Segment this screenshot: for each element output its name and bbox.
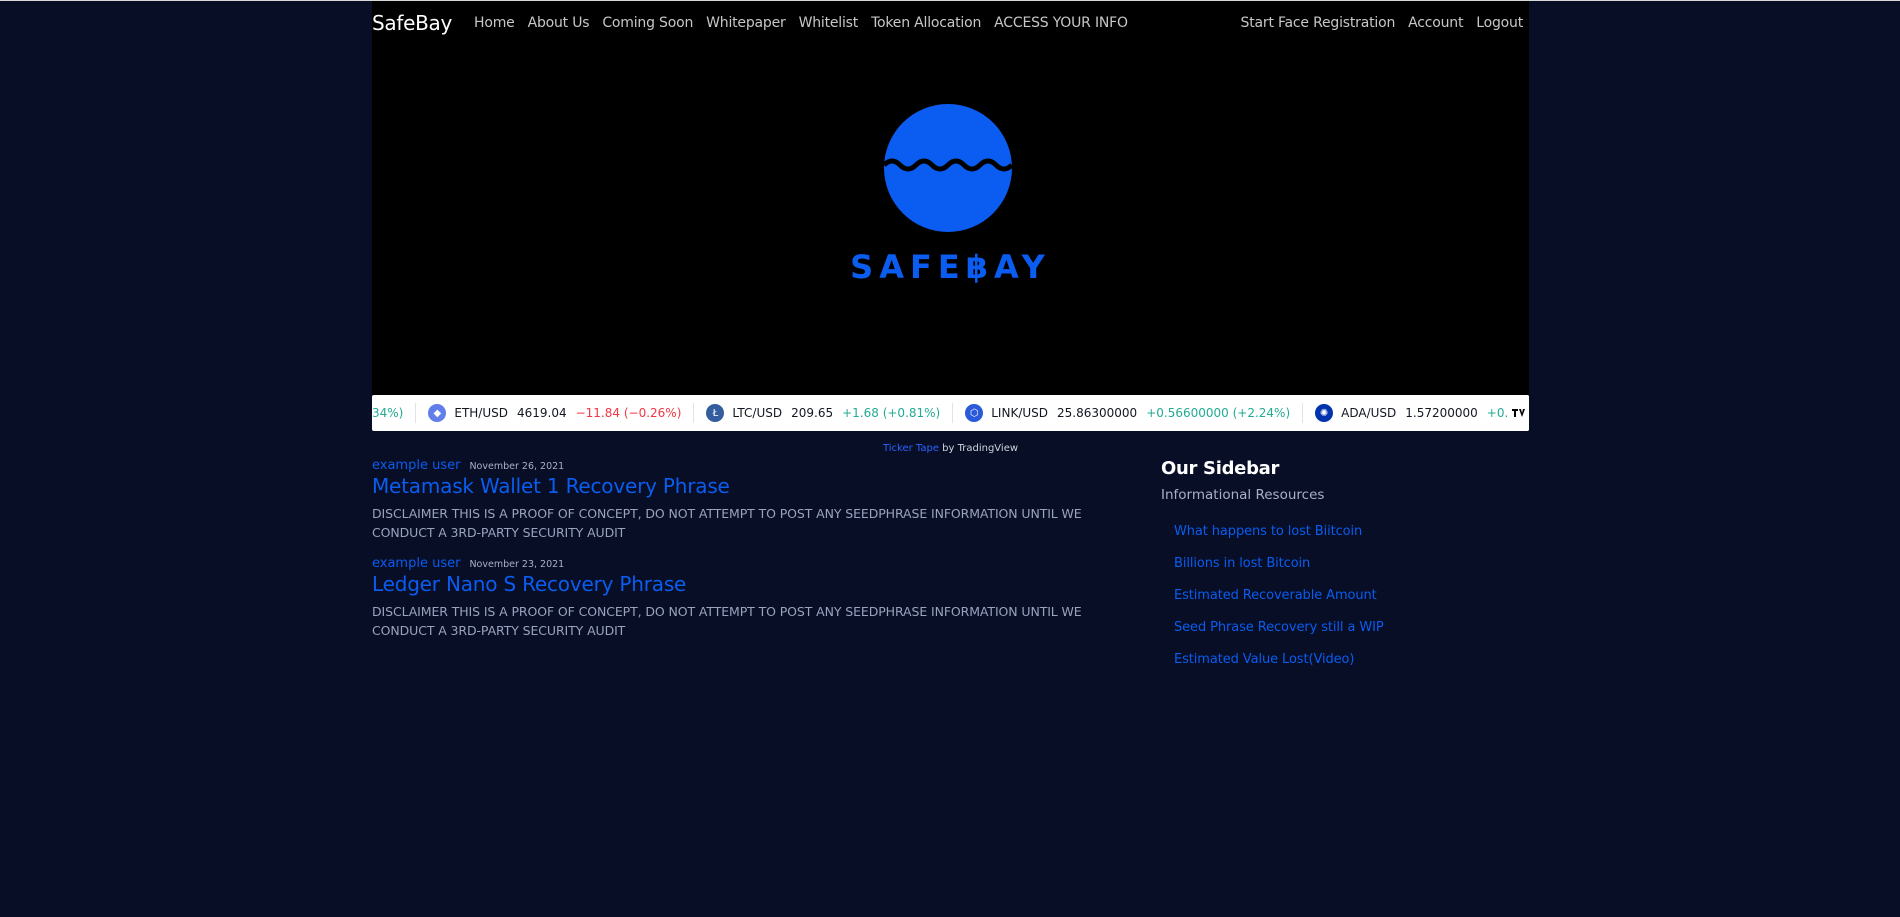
ticker-tape-link[interactable]: Ticker Tape (883, 443, 939, 454)
post-title-link[interactable]: Ledger Nano S Recovery Phrase (372, 572, 1132, 596)
nav-coming-soon[interactable]: Coming Soon (602, 15, 693, 31)
nav-start-face-registration[interactable]: Start Face Registration (1241, 15, 1396, 31)
safebay-logo-icon (883, 104, 1013, 232)
nav-logout[interactable]: Logout (1476, 15, 1523, 31)
ticker-price: 25.86300000 (1057, 406, 1138, 420)
sidebar-title: Our Sidebar (1161, 458, 1280, 479)
sidebar-subtitle: Informational Resources (1161, 487, 1325, 503)
post-meta: example user November 23, 2021 (372, 556, 1132, 571)
sidebar: Our Sidebar Informational Resources What… (1161, 458, 1521, 683)
nav-whitepaper[interactable]: Whitepaper (706, 15, 786, 31)
ticker-price: 209.65 (791, 406, 834, 420)
litecoin-icon: Ł (706, 404, 725, 422)
sidebar-link-seed-phrase-wip[interactable]: Seed Phrase Recovery still a WIP (1174, 619, 1521, 651)
ticker-credit: Ticker Tape by TradingView (372, 443, 1529, 454)
nav-token-allocation[interactable]: Token Allocation (871, 15, 981, 31)
hero-wordmark: SAFE฿AY (850, 248, 1051, 286)
ticker-item-ada[interactable]: ✺ ADA/USD 1.57200000 +0.01790000 (+1 (1303, 403, 1529, 423)
ticker-price: 1.57200000 (1405, 406, 1478, 420)
ticker-change: +1.68 (+0.81%) (842, 406, 941, 420)
ticker-symbol: ETH/USD (454, 406, 508, 420)
ticker-price: 4619.04 (516, 406, 567, 420)
post-title-link[interactable]: Metamask Wallet 1 Recovery Phrase (372, 474, 1132, 498)
post-body: DISCLAIMER THIS IS A PROOF OF CONCEPT, D… (372, 506, 1082, 540)
post-meta: example user November 26, 2021 (372, 458, 1132, 473)
post-list: example user November 26, 2021 Metamask … (372, 458, 1132, 654)
sidebar-link-lost-bitcoin[interactable]: What happens to lost Biitcoin (1174, 523, 1521, 555)
post-author-link[interactable]: example user (372, 556, 460, 571)
ticker-change: +0.56600000 (+2.24%) (1146, 406, 1291, 420)
ticker-change: −11.84 (−0.26%) (575, 406, 682, 420)
post-date: November 26, 2021 (469, 461, 565, 472)
ticker-symbol: LTC/USD (732, 406, 783, 420)
nav-home[interactable]: Home (474, 15, 515, 31)
ticker-symbol: ADA/USD (1341, 406, 1397, 420)
sidebar-link-billions-lost[interactable]: Billions in lost Bitcoin (1174, 555, 1521, 587)
chainlink-icon: ⬡ (965, 404, 984, 422)
post-date: November 23, 2021 (469, 559, 565, 570)
ticker-item-eth[interactable]: ◆ ETH/USD 4619.04 −11.84 (−0.26%) (416, 403, 695, 423)
ticker-item-fragment[interactable]: 34%) (372, 403, 417, 423)
cardano-icon: ✺ (1315, 404, 1334, 422)
sidebar-link-value-lost-video[interactable]: Estimated Value Lost(Video) (1174, 651, 1521, 683)
nav-whitelist[interactable]: Whitelist (799, 15, 859, 31)
nav-right: Start Face Registration Account Logout (1228, 1, 1524, 44)
page-container: SafeBay Home About Us Coming Soon Whitep… (372, 1, 1529, 667)
sidebar-link-recoverable-amount[interactable]: Estimated Recoverable Amount (1174, 587, 1521, 619)
tradingview-logo-icon[interactable] (1509, 395, 1529, 431)
hero-banner: SAFE฿AY (372, 43, 1529, 395)
ticker-fragment-change: 34%) (372, 406, 404, 420)
nav-links: Home About Us Coming Soon Whitepaper Whi… (474, 15, 1141, 31)
ticker-tape[interactable]: 34%) ◆ ETH/USD 4619.04 −11.84 (−0.26%) Ł… (372, 395, 1529, 431)
post-author-link[interactable]: example user (372, 458, 460, 473)
nav-access-your-info[interactable]: ACCESS YOUR INFO (994, 15, 1128, 31)
ticker-item-ltc[interactable]: Ł LTC/USD 209.65 +1.68 (+0.81%) (694, 403, 954, 423)
nav-account[interactable]: Account (1408, 15, 1463, 31)
ethereum-icon: ◆ (428, 404, 447, 422)
brand-link[interactable]: SafeBay (372, 11, 452, 35)
nav-about-us[interactable]: About Us (528, 15, 590, 31)
post-item: example user November 26, 2021 Metamask … (372, 458, 1132, 542)
navbar: SafeBay Home About Us Coming Soon Whitep… (372, 1, 1529, 44)
ticker-item-link[interactable]: ⬡ LINK/USD 25.86300000 +0.56600000 (+2.2… (953, 403, 1304, 423)
sidebar-links: What happens to lost Biitcoin Billions i… (1161, 523, 1521, 683)
ticker-track: 34%) ◆ ETH/USD 4619.04 −11.84 (−0.26%) Ł… (372, 395, 1529, 431)
ticker-credit-text: by TradingView (942, 443, 1019, 454)
ticker-symbol: LINK/USD (991, 406, 1049, 420)
post-item: example user November 23, 2021 Ledger Na… (372, 556, 1132, 640)
post-body: DISCLAIMER THIS IS A PROOF OF CONCEPT, D… (372, 604, 1082, 638)
